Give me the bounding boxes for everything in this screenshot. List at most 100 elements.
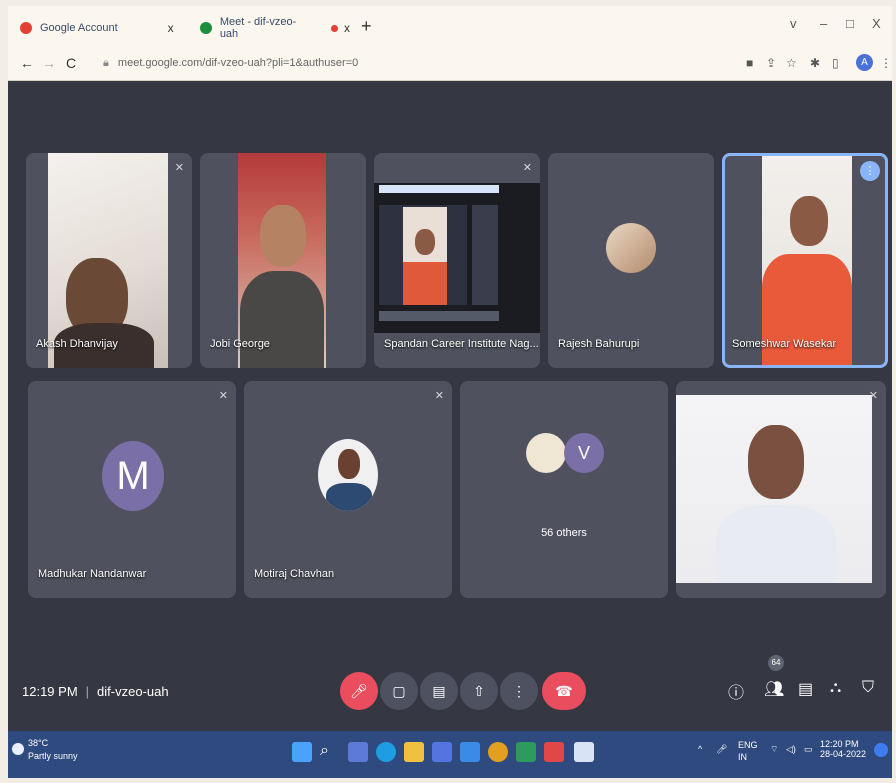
close-tab-icon[interactable]: x <box>344 21 350 35</box>
tab-label: Meet - dif-vzeo-uah <box>219 16 297 40</box>
meeting-info: 12:19 PM | dif-vzeo-uah <box>22 684 169 699</box>
start-icon[interactable] <box>292 742 312 762</box>
participant-video <box>48 153 168 368</box>
mic-off-icon: ✕ <box>868 390 878 402</box>
person-head <box>748 425 804 499</box>
participant-tile[interactable]: M ✕ Madhukar Nandanwar <box>28 381 236 598</box>
minimize-button[interactable]: – <box>820 16 827 31</box>
present-button[interactable]: ⇧ <box>460 672 498 710</box>
camera-toggle-button[interactable]: ▢ <box>380 672 418 710</box>
participant-tile[interactable]: ✕ Akash Dhanvijay <box>26 153 192 368</box>
system-clock[interactable]: 12:20 PM 28-04-2022 <box>820 739 866 759</box>
participant-tile[interactable]: Rajesh Bahurupi <box>548 153 714 368</box>
share-icon[interactable]: ⇪ <box>766 56 776 70</box>
store-icon[interactable] <box>432 742 452 762</box>
sidebar-icon[interactable]: ▯ <box>832 56 839 70</box>
screen-share-video <box>374 183 540 333</box>
captions-button[interactable]: ▤ <box>420 672 458 710</box>
people-icon[interactable]: 👥︎ <box>764 679 784 699</box>
chrome-active-icon[interactable] <box>574 742 594 762</box>
tab-google-account[interactable]: Google Account x <box>20 14 190 42</box>
tab-search-icon[interactable]: v <box>790 16 797 31</box>
present-icon: ⇧ <box>473 683 485 699</box>
participant-video <box>238 153 326 368</box>
new-tab-button[interactable]: + <box>361 16 372 37</box>
url-field[interactable]: 🔒︎ meet.google.com/dif-vzeo-uah?pli=1&au… <box>103 57 358 70</box>
participant-name: Rajesh Bahurupi <box>558 338 640 350</box>
profile-avatar[interactable]: A <box>856 54 873 71</box>
weather-icon <box>12 743 24 755</box>
reload-icon[interactable]: C <box>66 55 76 71</box>
more-vert-icon: ⋮ <box>512 683 526 699</box>
tab-meet[interactable]: Meet - dif-vzeo-uah x <box>200 14 350 42</box>
mic-off-icon: ✕ <box>434 390 444 402</box>
participant-count-badge: 64 <box>768 655 784 671</box>
participant-tile[interactable]: Jobi George <box>200 153 366 368</box>
mic-off-icon: ✕ <box>522 162 532 174</box>
microphone-tray-icon[interactable]: 🎤︎ <box>716 744 727 755</box>
participant-tile[interactable]: ✕ Motiraj Chavhan <box>244 381 452 598</box>
volume-icon[interactable]: ◁) <box>786 744 796 755</box>
others-count: 56 others <box>541 527 587 539</box>
mail-icon[interactable] <box>460 742 480 762</box>
weather-widget[interactable]: 38°C Partly sunny <box>12 737 78 763</box>
other-participant-avatar <box>526 433 566 473</box>
menu-icon[interactable]: ⋮ <box>880 56 892 70</box>
brave-icon[interactable] <box>544 742 564 762</box>
activities-icon[interactable]: ⛬ <box>830 679 841 697</box>
participant-name: Motiraj Chavhan <box>254 568 335 580</box>
extensions-icon[interactable]: ✱ <box>810 56 820 70</box>
tray-overflow-icon[interactable]: ^ <box>698 744 702 754</box>
phone-hangup-icon: ☎︎ <box>555 683 573 699</box>
person-shirt <box>403 262 447 305</box>
temperature: 38°C <box>28 738 49 748</box>
bookmark-star-icon[interactable]: ☆ <box>786 56 797 70</box>
captions-icon: ▤ <box>432 683 446 699</box>
participant-avatar: M <box>102 441 164 511</box>
back-icon[interactable]: ← <box>20 55 34 71</box>
mic-off-icon: ✕ <box>218 390 228 402</box>
restore-button[interactable]: □ <box>846 16 854 31</box>
windows-taskbar: 38°C Partly sunny ⌕ ^ 🎤︎ ENG IN ⌔ ◁) ▭ 1… <box>8 731 892 778</box>
chat-icon[interactable]: ▤ <box>798 679 813 699</box>
file-explorer-icon[interactable] <box>404 742 424 762</box>
mic-toggle-button[interactable]: 🎤︎ <box>340 672 378 710</box>
search-icon[interactable]: ⌕ <box>320 742 340 762</box>
participant-tile-presenting[interactable]: ✕ Spandan Career Institute Nag... <box>374 153 540 368</box>
participant-tile[interactable]: ✕ <box>676 381 886 598</box>
camera-indicator-icon[interactable]: ■ <box>746 56 753 70</box>
screen: Google Account x Meet - dif-vzeo-uah x +… <box>8 6 892 778</box>
person-suit <box>240 271 324 368</box>
language-indicator[interactable]: ENG IN <box>738 739 758 763</box>
battery-icon[interactable]: ▭ <box>804 744 813 755</box>
system-date: 28-04-2022 <box>820 749 867 759</box>
meeting-details-icon[interactable]: ⓘ <box>728 679 744 703</box>
close-window-button[interactable]: X <box>872 16 881 31</box>
notification-icon[interactable] <box>874 743 888 757</box>
others-tile[interactable]: V 56 others <box>460 381 668 598</box>
participant-avatar <box>318 439 378 511</box>
meet-icon <box>200 22 212 34</box>
chrome-icon[interactable] <box>488 742 508 762</box>
task-view-icon[interactable] <box>348 742 368 762</box>
region: IN <box>738 752 747 762</box>
close-tab-icon[interactable]: x <box>168 21 174 35</box>
leave-call-button[interactable]: ☎︎ <box>542 672 586 710</box>
host-controls-icon[interactable]: ⛉ <box>862 679 874 697</box>
forward-icon[interactable]: → <box>42 55 56 71</box>
url-text: meet.google.com/dif-vzeo-uah?pli=1&authu… <box>117 57 359 69</box>
person-head <box>338 449 360 479</box>
participant-name: Akash Dhanvijay <box>36 338 118 350</box>
meeting-code: dif-vzeo-uah <box>97 684 169 699</box>
participant-name: Jobi George <box>210 338 270 350</box>
app-icon[interactable] <box>516 742 536 762</box>
person-suit <box>326 483 372 511</box>
network-icon[interactable]: ⌔ <box>770 744 778 755</box>
shared-controls <box>379 311 499 321</box>
edge-icon[interactable] <box>376 742 396 762</box>
shared-thumbnails <box>472 205 498 305</box>
more-options-button[interactable]: ⋮ <box>500 672 538 710</box>
participant-tile-active-speaker[interactable]: ⋮ Someshwar Wasekar <box>722 153 888 368</box>
other-participant-avatar: V <box>564 433 604 473</box>
language: ENG <box>738 740 758 750</box>
